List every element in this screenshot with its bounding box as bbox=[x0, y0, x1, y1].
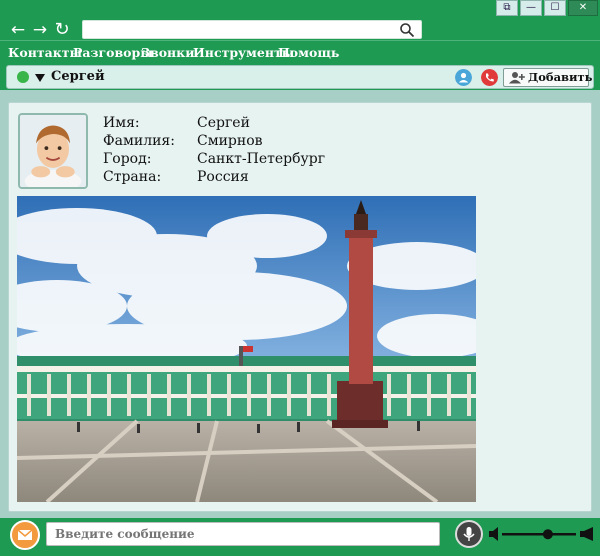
menu-bar: Контакты Разговоры Звонки Инструменты По… bbox=[0, 40, 600, 64]
add-contact-label: Добавить bbox=[528, 70, 593, 84]
address-bar[interactable] bbox=[82, 20, 422, 39]
contact-bar: Сергей Добавить bbox=[6, 65, 594, 89]
shared-photo[interactable] bbox=[17, 196, 476, 502]
maximize-window-button[interactable]: ☐ bbox=[544, 0, 566, 16]
add-contact-button[interactable]: Добавить bbox=[503, 68, 593, 87]
city-label: Город: bbox=[103, 151, 152, 167]
minimize-window-button[interactable]: — bbox=[520, 0, 542, 16]
child-portrait-image bbox=[20, 115, 86, 187]
microphone-icon bbox=[463, 527, 475, 541]
city-value: Санкт-Петербург bbox=[197, 151, 326, 167]
message-input[interactable] bbox=[46, 522, 440, 546]
search-icon[interactable] bbox=[399, 22, 415, 38]
forward-arrow-icon[interactable]: → bbox=[30, 20, 50, 40]
close-window-button[interactable]: ✕ bbox=[568, 0, 598, 16]
phone-call-icon[interactable] bbox=[481, 69, 498, 86]
restore-window-button[interactable]: ⧉ bbox=[496, 0, 518, 16]
last-name-label: Фамилия: bbox=[103, 133, 175, 149]
avatar[interactable] bbox=[18, 113, 88, 189]
menu-item-contacts[interactable]: Контакты bbox=[8, 45, 82, 60]
envelope-icon bbox=[17, 529, 33, 540]
online-status-icon bbox=[17, 71, 29, 83]
country-label: Страна: bbox=[103, 169, 162, 185]
volume-control[interactable] bbox=[488, 524, 594, 544]
chevron-down-icon[interactable] bbox=[35, 74, 45, 82]
city-square-image bbox=[17, 196, 476, 502]
last-name-value: Смирнов bbox=[197, 133, 263, 149]
mail-icon[interactable] bbox=[10, 520, 40, 550]
first-name-value: Сергей bbox=[197, 115, 250, 131]
speaker-icon[interactable] bbox=[489, 527, 498, 541]
speaker-loud-icon[interactable] bbox=[580, 527, 593, 541]
country-value: Россия bbox=[197, 169, 249, 185]
add-user-icon bbox=[509, 72, 525, 84]
contact-name[interactable]: Сергей bbox=[51, 69, 105, 84]
volume-track[interactable] bbox=[502, 533, 576, 536]
refresh-icon[interactable]: ↻ bbox=[52, 20, 72, 40]
microphone-button[interactable] bbox=[455, 520, 483, 548]
video-call-icon[interactable] bbox=[455, 69, 472, 86]
back-arrow-icon[interactable]: ← bbox=[8, 20, 28, 40]
menu-item-help[interactable]: Помощь bbox=[278, 45, 339, 60]
volume-slider-handle[interactable] bbox=[542, 529, 553, 540]
first-name-label: Имя: bbox=[103, 115, 140, 131]
title-bar: ← → ↻ ⧉ — ☐ ✕ bbox=[0, 0, 600, 40]
window-controls: ⧉ — ☐ ✕ bbox=[496, 0, 598, 16]
menu-item-calls[interactable]: Звонки bbox=[141, 45, 195, 60]
